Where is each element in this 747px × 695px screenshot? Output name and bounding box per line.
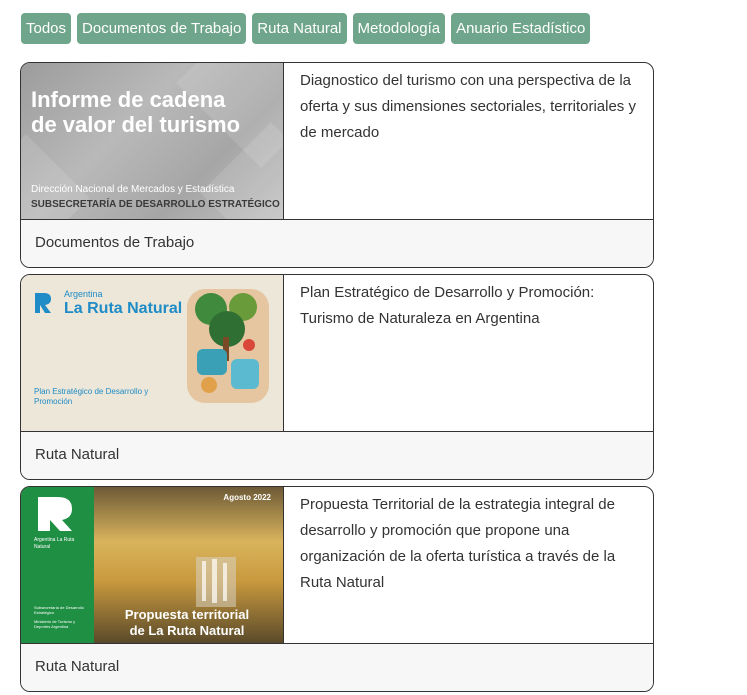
category-filter-bar: Todos Documentos de Trabajo Ruta Natural…	[21, 13, 591, 44]
ruta-natural-logo-icon	[34, 493, 78, 535]
waterfall-illustration-icon	[196, 557, 236, 607]
publication-cover-image[interactable]: Argentina La Ruta Natural Plan Estratégi…	[21, 275, 283, 431]
filter-ruta-natural[interactable]: Ruta Natural	[252, 13, 347, 44]
nature-illustration-icon	[187, 289, 269, 403]
cover-subtitle: Dirección Nacional de Mercados y Estadís…	[31, 184, 235, 195]
cover-ministry: Ministerio de Turismo y Deportes Argenti…	[34, 619, 76, 629]
publication-cover-image[interactable]: Informe de cadena de valor del turismo D…	[21, 63, 283, 219]
cover-country: Argentina	[64, 289, 103, 299]
publication-card[interactable]: Informe de cadena de valor del turismo D…	[20, 62, 654, 268]
filter-todos[interactable]: Todos	[21, 13, 72, 44]
cover-title: Propuesta territorial de La Ruta Natural	[124, 607, 250, 638]
publication-category: Ruta Natural	[21, 643, 653, 691]
publication-card[interactable]: Argentina La Ruta Natural Plan Estratégi…	[20, 274, 654, 480]
publication-cover-image[interactable]: Argentina La Ruta Natural Subsecretaría …	[21, 487, 283, 643]
filter-documentos-de-trabajo[interactable]: Documentos de Trabajo	[77, 13, 247, 44]
cover-subtitle: SUBSECRETARÍA DE DESARROLLO ESTRATÉGICO	[31, 199, 280, 210]
ruta-natural-logo-icon	[35, 293, 51, 313]
cover-subtitle: Subsecretaría de Desarrollo Estratégico	[34, 605, 84, 615]
cover-brand: Argentina La Ruta Natural	[34, 537, 75, 550]
cover-brand: La Ruta Natural	[64, 300, 183, 317]
cover-date: Agosto 2022	[223, 493, 271, 502]
publication-category: Ruta Natural	[21, 431, 653, 479]
publication-description[interactable]: Diagnostico del turismo con una perspect…	[283, 63, 653, 219]
publication-description[interactable]: Propuesta Territorial de la estrategia i…	[283, 487, 653, 643]
cover-title: Informe de cadena de valor del turismo	[31, 87, 241, 137]
filter-anuario-estadistico[interactable]: Anuario Estadístico	[451, 13, 591, 44]
publication-description[interactable]: Plan Estratégico de Desarrollo y Promoci…	[283, 275, 653, 431]
cover-subtitle: Plan Estratégico de Desarrollo y Promoci…	[34, 387, 149, 406]
publication-card[interactable]: Argentina La Ruta Natural Subsecretaría …	[20, 486, 654, 692]
filter-metodologia[interactable]: Metodología	[352, 13, 446, 44]
publication-category: Documentos de Trabajo	[21, 219, 653, 267]
